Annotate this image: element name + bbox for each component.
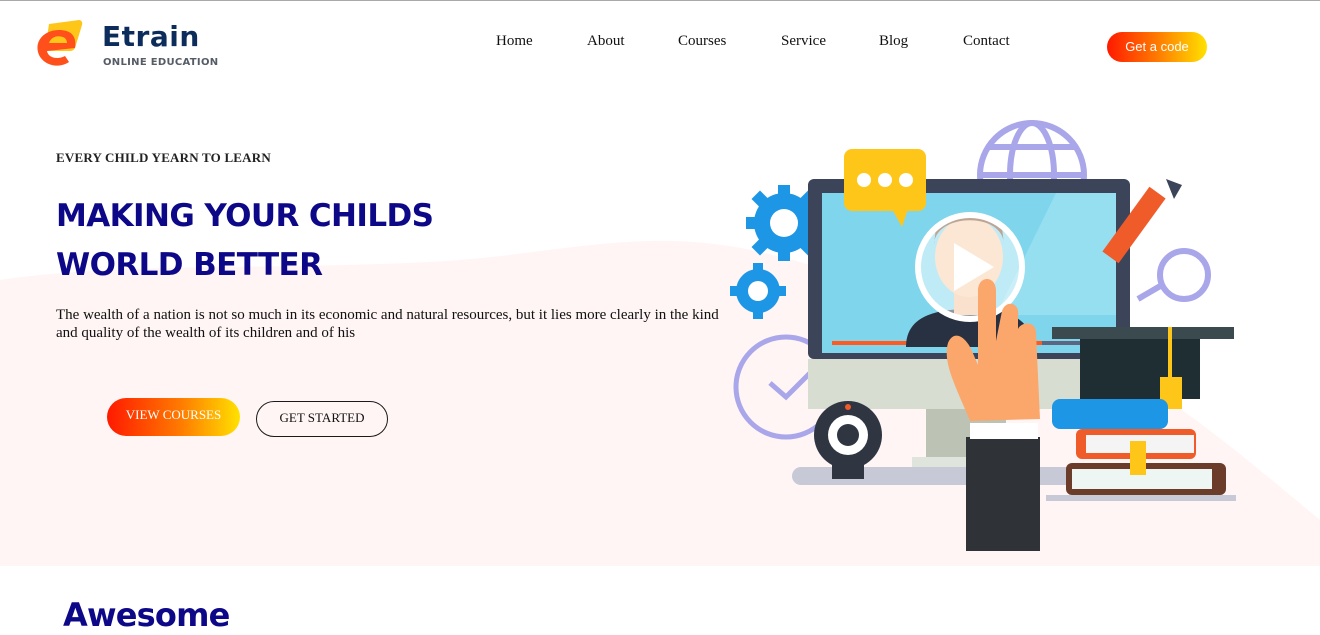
- hero-title: MAKING YOUR CHILDS WORLD BETTER: [56, 192, 434, 290]
- small-gear-icon: [730, 263, 786, 319]
- online-learning-illustration: [730, 120, 1236, 551]
- nav-about[interactable]: About: [587, 33, 625, 50]
- nav-courses[interactable]: Courses: [678, 33, 726, 50]
- brand-tagline: ONLINE EDUCATION: [103, 57, 219, 68]
- hero-title-line-1: MAKING YOUR CHILDS: [56, 198, 434, 234]
- hero-description: The wealth of a nation is not so much in…: [56, 307, 719, 341]
- nav-contact[interactable]: Contact: [963, 33, 1010, 50]
- get-a-code-button[interactable]: Get a code: [1107, 32, 1207, 62]
- nav-service[interactable]: Service: [781, 33, 826, 50]
- books-icon: [1046, 399, 1236, 501]
- hero-title-line-2: WORLD BETTER: [56, 247, 323, 283]
- magnifier-icon: [1136, 248, 1211, 302]
- nav-home[interactable]: Home: [496, 33, 533, 50]
- brand-name: Etrain: [102, 20, 200, 53]
- play-icon: [915, 212, 1025, 322]
- nav-blog[interactable]: Blog: [879, 33, 908, 50]
- logo-mark-icon: [37, 20, 83, 66]
- section-title-awesome: Awesome: [63, 596, 230, 634]
- hero-eyebrow: EVERY CHILD YEARN TO LEARN: [56, 150, 271, 165]
- view-courses-button[interactable]: VIEW COURSES: [107, 398, 240, 436]
- site-logo[interactable]: Etrain ONLINE EDUCATION: [35, 18, 219, 70]
- get-started-button[interactable]: GET STARTED: [256, 401, 388, 437]
